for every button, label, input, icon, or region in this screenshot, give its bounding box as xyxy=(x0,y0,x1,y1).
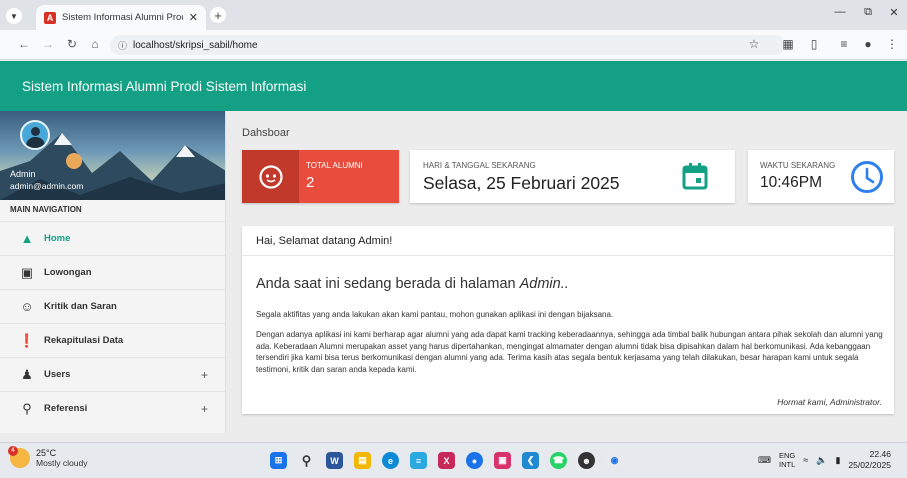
browser-tab[interactable]: A Sistem Informasi Alumni Prodi ✕ xyxy=(36,5,206,30)
profile-icon[interactable]: ● xyxy=(860,37,876,51)
language-indicator[interactable]: ENG INTL xyxy=(779,451,795,469)
sidebar-item-label: Referensi xyxy=(44,403,88,414)
sidebar-item-rekapitulasi[interactable]: ❗ Rekapitulasi Data xyxy=(0,323,225,357)
alumni-label: TOTAL ALUMNI xyxy=(306,161,363,170)
smiley-icon: ☺ xyxy=(20,299,34,314)
date-label: HARI & TANGGAL SEKARANG xyxy=(423,161,536,170)
nav-header: MAIN NAVIGATION xyxy=(10,205,82,214)
xampp-icon[interactable]: X xyxy=(438,452,455,469)
calendar-icon xyxy=(682,163,708,190)
close-window-button[interactable]: ✕ xyxy=(884,6,904,19)
site-info-icon[interactable]: ⓘ xyxy=(118,39,127,52)
sidebar-item-label: Home xyxy=(44,233,71,244)
wifi-icon[interactable]: ≈ xyxy=(803,455,808,465)
reload-icon[interactable]: ↻ xyxy=(64,37,80,51)
chrome-active-icon[interactable]: ◉ xyxy=(606,452,623,469)
file-explorer-icon[interactable]: ▤ xyxy=(354,452,371,469)
weather-icon: 4 xyxy=(8,446,30,468)
url-bar[interactable]: ⓘ localhost/skripsi_sabil/home xyxy=(110,35,785,55)
vscode-icon[interactable]: ❮ xyxy=(522,452,539,469)
back-icon[interactable]: ← xyxy=(16,37,32,51)
face-icon xyxy=(259,165,283,189)
time-value: 10:46PM xyxy=(760,174,823,191)
whatsapp-icon[interactable]: ☎ xyxy=(550,452,567,469)
tab-search-button[interactable]: ▼ xyxy=(6,8,22,24)
search-icon: ⚲ xyxy=(22,400,32,416)
card-header: Hai, Selamat datang Admin! xyxy=(242,226,894,256)
battery-icon[interactable]: ▮ xyxy=(835,455,840,466)
alumni-count: 2 xyxy=(306,174,315,191)
alert-icon: ❗ xyxy=(18,332,36,348)
new-tab-button[interactable]: + xyxy=(210,7,226,23)
users-icon: ♟ xyxy=(21,366,33,382)
extension-icon[interactable]: ▦ xyxy=(780,37,796,51)
url-text: localhost/skripsi_sabil/home xyxy=(133,39,258,51)
notepad-icon[interactable]: ≡ xyxy=(410,452,427,469)
sidebar-item-label: Kritik dan Saran xyxy=(44,301,117,312)
avatar[interactable] xyxy=(20,120,50,150)
edge-icon[interactable]: e xyxy=(382,452,399,469)
weather-temp: 25°C xyxy=(36,448,57,458)
sun-graphic xyxy=(66,153,82,169)
search-icon[interactable]: ⚲ xyxy=(298,452,315,469)
sidebar: Admin admin@admin.com MAIN NAVIGATION ▲ … xyxy=(0,111,226,433)
bookmark-star-icon[interactable]: ☆ xyxy=(746,37,762,51)
time-label: WAKTU SEKARANG xyxy=(760,161,836,170)
minimize-button[interactable]: — xyxy=(830,6,850,18)
sidebar-item-label: Rekapitulasi Data xyxy=(44,335,124,346)
time-box: WAKTU SEKARANG 10:46PM xyxy=(748,150,894,203)
app-title: Sistem Informasi Alumni Prodi Sistem Inf… xyxy=(22,78,307,94)
system-tray: ⌨ ENG INTL ≈ 🔈 ▮ 22.46 25/02/2025 xyxy=(758,449,891,471)
expand-icon[interactable]: + xyxy=(201,402,208,416)
sidebar-item-referensi[interactable]: ⚲ Referensi + xyxy=(0,391,225,425)
app-icon[interactable]: ▣ xyxy=(494,452,511,469)
date-box: HARI & TANGGAL SEKARANG Selasa, 25 Febru… xyxy=(410,150,735,203)
taskbar: 4 25°C Mostly cloudy ⊞ ⚲ W ▤ e ≡ X ● ▣ ❮… xyxy=(0,442,907,478)
restore-button[interactable]: ⧉ xyxy=(858,6,878,19)
app-header: Sistem Informasi Alumni Prodi Sistem Inf… xyxy=(0,61,907,111)
weather-condition: Mostly cloudy xyxy=(36,458,88,468)
sidebar-item-home[interactable]: ▲ Home xyxy=(0,221,225,255)
home-icon: ▲ xyxy=(20,231,34,246)
keyboard-icon[interactable]: ⌨ xyxy=(758,455,771,466)
clock[interactable]: 22.46 25/02/2025 xyxy=(848,449,891,471)
weather-badge: 4 xyxy=(8,446,18,456)
total-alumni-box: TOTAL ALUMNI 2 xyxy=(242,150,399,203)
user-name: Admin xyxy=(10,169,36,179)
page-title: Dahsboar xyxy=(242,127,290,139)
forward-icon[interactable]: → xyxy=(40,37,56,51)
sidebar-item-label: Users xyxy=(44,369,71,380)
close-tab-icon[interactable]: ✕ xyxy=(189,11,198,24)
github-icon[interactable]: ☻ xyxy=(578,452,595,469)
welcome-card: Hai, Selamat datang Admin! Anda saat ini… xyxy=(242,226,894,414)
user-email: admin@admin.com xyxy=(10,181,84,191)
tab-title: Sistem Informasi Alumni Prodi xyxy=(62,12,183,23)
alumni-icon-panel xyxy=(242,150,299,203)
card-paragraph-2: Dengan adanya aplikasi ini kami berharap… xyxy=(256,330,883,374)
user-panel: Admin admin@admin.com xyxy=(0,111,225,200)
home-browser-icon[interactable]: ⌂ xyxy=(87,37,103,51)
sidebar-item-users[interactable]: ♟ Users + xyxy=(0,357,225,391)
briefcase-icon: ▣ xyxy=(20,264,34,280)
reading-list-icon[interactable]: ≡ xyxy=(836,37,852,51)
menu-dots-icon[interactable]: ⋮ xyxy=(884,37,900,51)
sidebar-item-lowongan[interactable]: ▣ Lowongan xyxy=(0,255,225,289)
favicon-icon: A xyxy=(44,11,56,24)
card-paragraph-1: Segala aktifitas yang anda lakukan akan … xyxy=(256,310,614,319)
expand-icon[interactable]: + xyxy=(201,368,208,382)
word-icon[interactable]: W xyxy=(326,452,343,469)
main-content: Dahsboar TOTAL ALUMNI 2 HARI & TANGGAL S… xyxy=(226,111,907,433)
card-signature: Hormat kami, Administrator. xyxy=(777,397,882,407)
card-heading: Anda saat ini sedang berada di halaman A… xyxy=(256,276,569,292)
clock-icon xyxy=(851,161,883,193)
sidebar-item-label: Lowongan xyxy=(44,267,92,278)
date-value: Selasa, 25 Februari 2025 xyxy=(423,173,620,193)
weather-widget[interactable]: 4 25°C Mostly cloudy xyxy=(8,446,88,468)
volume-icon[interactable]: 🔈 xyxy=(816,455,827,466)
puzzle-icon[interactable]: ▯ xyxy=(806,37,822,51)
taskbar-apps: ⊞ ⚲ W ▤ e ≡ X ● ▣ ❮ ☎ ☻ ◉ xyxy=(270,452,623,469)
sidebar-item-kritik-saran[interactable]: ☺ Kritik dan Saran xyxy=(0,289,225,323)
windows-start-icon[interactable]: ⊞ xyxy=(270,452,287,469)
chrome-icon[interactable]: ● xyxy=(466,452,483,469)
